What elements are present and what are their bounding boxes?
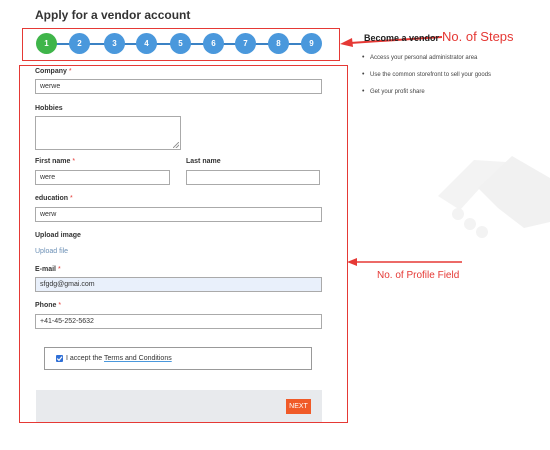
terms-label: I accept the Terms and Conditions — [66, 355, 172, 362]
phone-label: Phone * — [35, 302, 62, 309]
first-name-label: First name * — [35, 158, 76, 165]
step-3[interactable]: 3 — [104, 33, 125, 54]
page-title: Apply for a vendor account — [35, 8, 191, 22]
step-8[interactable]: 8 — [268, 33, 289, 54]
hobbies-label: Hobbies — [35, 105, 63, 112]
hobbies-textarea[interactable] — [35, 116, 181, 150]
sidebar-bullet: Use the common storefront to sell your g… — [362, 71, 491, 78]
email-field[interactable]: sfgdg@gmai.com — [35, 277, 322, 292]
form-footer — [36, 390, 322, 422]
handshake-icon — [438, 156, 550, 238]
education-field[interactable]: werw — [35, 207, 322, 222]
step-6[interactable]: 6 — [203, 33, 224, 54]
step-1[interactable]: 1 — [36, 33, 57, 54]
upload-file-link[interactable]: Upload file — [35, 248, 68, 255]
phone-field[interactable]: +41-45-252-5632 — [35, 314, 322, 329]
step-9[interactable]: 9 — [301, 33, 322, 54]
terms-link[interactable]: Terms and Conditions — [104, 355, 172, 362]
last-name-field[interactable] — [186, 170, 320, 185]
steps-callout: No. of Steps — [442, 29, 514, 44]
sidebar-bullet: Get your profit share — [362, 88, 425, 95]
step-5[interactable]: 5 — [170, 33, 191, 54]
fields-arrow-icon — [347, 258, 462, 266]
next-button[interactable]: NEXT — [286, 399, 311, 414]
company-field[interactable]: werwe — [35, 79, 322, 94]
first-name-field[interactable]: were — [35, 170, 170, 185]
step-4[interactable]: 4 — [136, 33, 157, 54]
step-2[interactable]: 2 — [69, 33, 90, 54]
sidebar-bullet: Access your personal administrator area — [362, 54, 477, 61]
education-label: education * — [35, 195, 73, 202]
sidebar-heading: Become a vendor — [364, 33, 440, 43]
company-label: Company * — [35, 68, 72, 75]
step-7[interactable]: 7 — [235, 33, 256, 54]
email-label: E-mail * — [35, 266, 61, 273]
resize-handle-icon[interactable] — [173, 142, 179, 148]
upload-image-label: Upload image — [35, 232, 81, 239]
fields-callout: No. of Profile Field — [377, 270, 460, 281]
checkmark-icon — [56, 356, 63, 362]
last-name-label: Last name — [186, 158, 221, 165]
terms-checkbox[interactable] — [56, 355, 63, 362]
